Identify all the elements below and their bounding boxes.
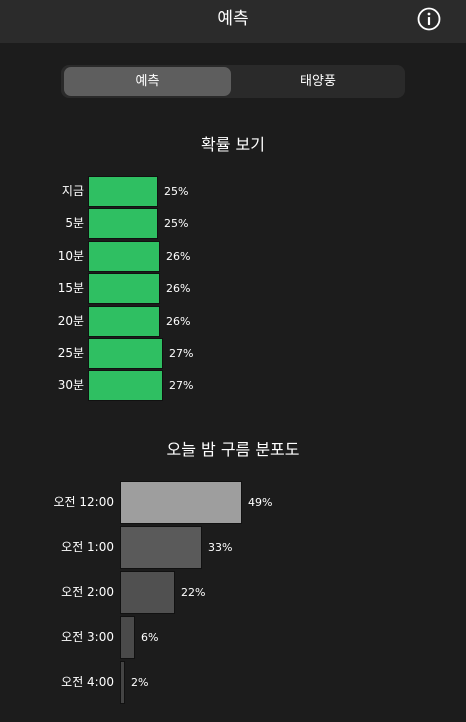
cloud-row: 오전 3:00 6% [0, 616, 466, 659]
cloud-value-label: 49% [248, 496, 273, 509]
probability-value-label: 26% [166, 314, 191, 328]
probability-row-label: 5분 [65, 216, 84, 231]
cloud-row-label: 오전 3:00 [61, 630, 114, 644]
tab-forecast[interactable]: 예측 [64, 67, 231, 96]
probability-row: 25분 27% [0, 338, 466, 369]
cloud-bar [120, 526, 202, 569]
probability-row-label: 30분 [57, 378, 84, 393]
probability-row-label: 25분 [57, 346, 84, 360]
tab-solar-wind[interactable]: 태양풍 [234, 67, 402, 96]
cloud-bar [120, 481, 242, 524]
probability-row: 20분 26% [0, 305, 466, 337]
probability-value-label: 25% [164, 185, 189, 198]
probability-row: 5분 25% [0, 208, 466, 240]
cloud-row-label: 오전 12:00 [53, 495, 114, 509]
cloud-value-label: 33% [208, 541, 233, 554]
cloud-bar [120, 661, 125, 704]
probability-row-label: 지금 [61, 184, 84, 198]
probability-bar [88, 273, 160, 305]
cloud-value-label: 22% [181, 586, 206, 599]
cloud-row: 오전 2:00 22% [0, 571, 466, 614]
cloud-section-title: 오늘 밤 구름 분포도 [166, 440, 300, 459]
probability-bar [88, 240, 160, 272]
probability-row: 10분 26% [0, 240, 466, 272]
probability-row-label: 15분 [57, 281, 84, 296]
info-button[interactable] [417, 7, 441, 31]
probability-value-label: 26% [166, 282, 191, 296]
probability-bar [88, 176, 158, 207]
cloud-row-label: 오전 2:00 [61, 585, 114, 599]
cloud-bar [120, 616, 135, 659]
probability-value-label: 27% [169, 379, 194, 393]
page-title: 예측 [217, 9, 249, 29]
probability-row: 지금 25% [0, 176, 466, 207]
probability-bar [88, 370, 163, 402]
probability-value-label: 26% [166, 249, 191, 263]
probability-row-label: 20분 [57, 313, 84, 328]
cloud-row-label: 오전 1:00 [61, 540, 114, 554]
probability-section-title: 확률 보기 [201, 135, 265, 154]
probability-bar [88, 338, 163, 369]
probability-bar [88, 208, 158, 240]
cloud-row: 오전 12:00 49% [0, 481, 466, 524]
segmented-control: 예측 태양풍 [61, 65, 405, 98]
probability-row-label: 10분 [57, 248, 84, 263]
navigation-bar: 예측 [0, 0, 466, 43]
info-circle-icon [417, 7, 441, 31]
probability-bar [88, 305, 160, 337]
probability-row: 30분 27% [0, 370, 466, 402]
probability-value-label: 27% [169, 347, 194, 360]
cloud-value-label: 6% [141, 631, 159, 644]
probability-row: 15분 26% [0, 273, 466, 305]
cloud-value-label: 2% [131, 676, 149, 689]
cloud-row: 오전 1:00 33% [0, 526, 466, 569]
cloud-row: 오전 4:00 2% [0, 661, 466, 704]
probability-value-label: 25% [164, 217, 189, 231]
cloud-bar [120, 571, 175, 614]
cloud-row-label: 오전 4:00 [61, 675, 114, 689]
